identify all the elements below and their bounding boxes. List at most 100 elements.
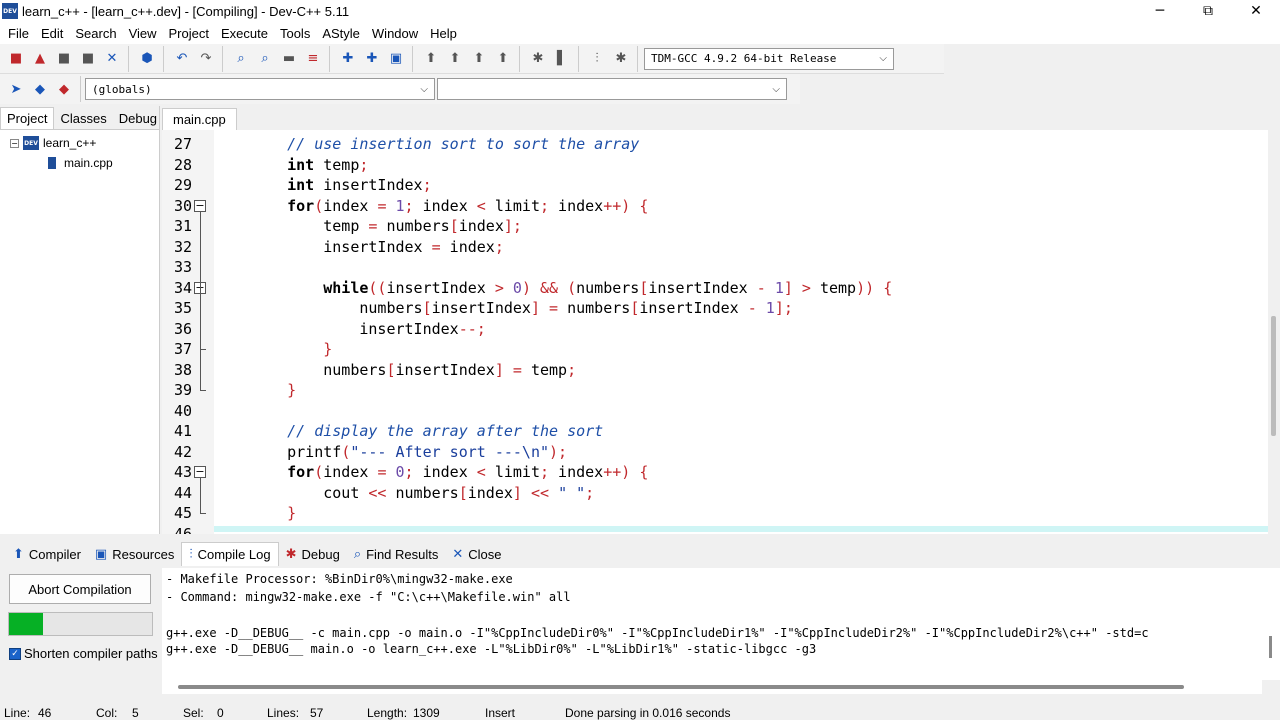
tree-project-node[interactable]: − DEV learn_c++ [10,136,96,150]
code-line[interactable]: 29 int insertIndex; [162,175,1268,196]
open-file-icon[interactable]: ▲ [29,48,51,70]
debug-icon-toolbar[interactable]: ✱ [527,48,549,70]
menu-astyle[interactable]: AStyle [316,26,366,41]
rebuild-icon[interactable]: ⬆ [492,48,514,70]
tab-debug[interactable]: Debug [113,108,163,129]
line-number: 40 [173,401,192,420]
code-line[interactable]: 27 // use insertion sort to sort the arr… [162,134,1268,155]
log-scroll-thumb[interactable] [1269,636,1272,658]
code-line[interactable]: 41 // display the array after the sort [162,421,1268,442]
menu-tools[interactable]: Tools [274,26,316,41]
dev-icon[interactable]: ▣ [385,48,407,70]
menu-view[interactable]: View [123,26,163,41]
compile-progress-bar [8,612,153,636]
log-hscroll-thumb[interactable] [178,685,1184,689]
goto-line-icon[interactable]: ▬ [278,48,300,70]
menu-file[interactable]: File [2,26,35,41]
delete-profile-icon[interactable]: ✱ [610,48,632,70]
editor-scroll-thumb[interactable] [1271,316,1276,436]
line-number: 45 [173,504,192,523]
tab-resources[interactable]: ▣ Resources [88,542,181,566]
restore-icon[interactable]: ⧉ [1184,0,1232,22]
save-icon[interactable]: ■ [53,48,75,70]
fold-toggle-icon[interactable]: − [194,466,206,478]
run-icon[interactable]: ⬆ [444,48,466,70]
code-line[interactable]: 32 insertIndex = index; [162,237,1268,258]
shorten-paths-option[interactable]: ✓ Shorten compiler paths [9,646,158,661]
collapse-icon[interactable]: − [10,138,19,148]
tab-compiler-label: Compiler [28,546,81,562]
redo-icon[interactable]: ↷ [195,48,217,70]
scope-select[interactable]: (globals) ⌵ [85,78,435,100]
member-select[interactable]: ⌵ [437,78,787,100]
save-all-icon[interactable]: ■ [77,48,99,70]
code-line[interactable]: 45 } [162,503,1268,524]
goto-declaration-icon[interactable]: ➤ [5,78,27,100]
code-token: insertIndex [431,299,531,318]
code-line[interactable]: 40 [162,401,1268,422]
code-line[interactable]: 44 cout << numbers[index] << " "; [162,483,1268,504]
minimize-icon[interactable]: ─ [1136,0,1184,22]
code-line[interactable]: 30 for(index = 1; index < limit; index++… [162,196,1268,217]
find-icon[interactable]: ⌕ [230,48,252,70]
code-token: ; [585,483,595,502]
code-line[interactable]: 28 int temp; [162,155,1268,176]
print-icon[interactable]: ⬢ [136,48,158,70]
tab-compile-log[interactable]: ⫶ Compile Log [181,542,279,566]
compile-run-icon[interactable]: ⬆ [468,48,490,70]
compile-log-output[interactable]: - Makefile Processor: %BinDir0%\mingw32-… [162,568,1262,680]
menu-help[interactable]: Help [424,26,463,41]
tab-debug-bottom[interactable]: ✱ Debug [279,542,347,566]
code-line[interactable]: 42 printf("--- After sort ---\n"); [162,442,1268,463]
code-line[interactable]: 34 while((insertIndex > 0) && (numbers[i… [162,278,1268,299]
tab-project[interactable]: Project [0,107,55,129]
compiler-select[interactable]: TDM-GCC 4.9.2 64-bit Release ⌵ [644,47,894,70]
menu-project[interactable]: Project [163,26,215,41]
code-line[interactable]: 43 for(index = 0; index < limit; index++… [162,462,1268,483]
code-line[interactable]: 35 numbers[insertIndex] = numbers[insert… [162,298,1268,319]
shorten-paths-checkbox[interactable]: ✓ [9,647,21,660]
stop-icon[interactable]: ▌ [551,48,573,70]
undo-icon[interactable]: ↶ [171,48,193,70]
code-token: insertIndex [251,319,459,338]
code-token: // use insertion sort to sort the array [287,135,640,154]
line-number: 44 [173,483,192,502]
replace-icon[interactable]: ⌕ [254,48,276,70]
log-vertical-scrollbar[interactable] [1262,568,1280,680]
tab-compiler[interactable]: ⬆ Compiler [6,542,88,566]
goto-definition-icon[interactable]: ◆ [29,78,51,100]
log-horizontal-scrollbar[interactable] [162,680,1262,694]
compile-icon[interactable]: ⬆ [420,48,442,70]
fold-toggle-icon[interactable]: − [194,199,206,212]
code-line[interactable]: 37 } [162,339,1268,360]
code-line[interactable]: 33 [162,257,1268,278]
tab-classes[interactable]: Classes [54,108,112,129]
tab-main-cpp[interactable]: main.cpp [162,108,237,130]
menu-search[interactable]: Search [69,26,122,41]
tab-find-results[interactable]: ⌕ Find Results [347,542,446,566]
new-project-icon[interactable]: ✚ [337,48,359,70]
code-line[interactable]: 39 } [162,380,1268,401]
profile-icon[interactable]: ⫶ [586,48,608,70]
menu-window[interactable]: Window [366,26,424,41]
code-line[interactable]: 38 numbers[insertIndex] = temp; [162,360,1268,381]
new-file-icon[interactable]: ■ [5,48,27,70]
code-text: int insertIndex; [251,176,432,194]
code-editor[interactable]: 27 // use insertion sort to sort the arr… [162,130,1268,534]
menu-execute[interactable]: Execute [215,26,274,41]
code-line[interactable]: 31 temp = numbers[index]; [162,216,1268,237]
code-line[interactable]: 36 insertIndex--; [162,319,1268,340]
code-token: index [458,217,504,236]
tree-file-node[interactable]: main.cpp [48,156,113,170]
add-to-project-icon[interactable]: ✚ [361,48,383,70]
editor-vertical-scrollbar[interactable] [1268,130,1280,534]
menu-edit[interactable]: Edit [35,26,69,41]
bookmark-nav-icon[interactable]: ◆ [53,78,75,100]
code-text: // use insertion sort to sort the array [251,135,639,153]
tab-close[interactable]: ✕ Close [445,542,508,566]
abort-compilation-button[interactable]: Abort Compilation [9,574,151,604]
bookmark-icon[interactable]: ≡ [302,48,324,70]
close-file-icon[interactable]: ✕ [101,48,123,70]
code-token: while [323,278,369,297]
close-window-icon[interactable]: ✕ [1232,0,1280,22]
